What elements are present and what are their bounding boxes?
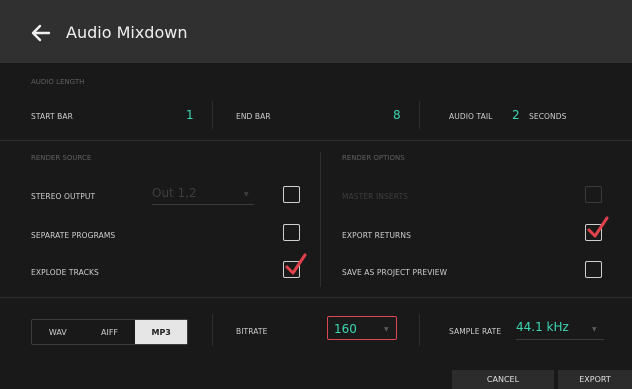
audio-tail-value[interactable]: 2	[512, 108, 520, 122]
divider	[212, 314, 213, 346]
render-options-section-label: RENDER OPTIONS	[342, 154, 405, 162]
page-title: Audio Mixdown	[66, 23, 188, 42]
chevron-down-icon: ▼	[592, 326, 597, 333]
master-inserts-checkbox	[585, 186, 602, 203]
format-segmented-control: WAV AIFF MP3	[31, 319, 188, 345]
export-button[interactable]: EXPORT	[558, 370, 632, 389]
master-inserts-label: MASTER INSERTS	[342, 192, 409, 201]
explode-tracks-checkbox[interactable]	[283, 253, 307, 278]
stereo-output-label: STEREO OUTPUT	[31, 192, 96, 201]
chevron-down-icon: ▼	[244, 191, 249, 198]
sample-rate-label: SAMPLE RATE	[449, 327, 502, 336]
bitrate-select[interactable]: 160 ▼	[327, 316, 397, 340]
format-option-mp3[interactable]: MP3	[135, 320, 188, 344]
divider	[419, 101, 420, 129]
sample-rate-value: 44.1 kHz	[516, 320, 569, 334]
render-source-section-label: RENDER SOURCE	[31, 154, 92, 162]
format-option-wav[interactable]: WAV	[32, 320, 84, 344]
check-icon	[285, 253, 307, 275]
export-returns-label: EXPORT RETURNS	[342, 231, 411, 240]
audio-tail-label: AUDIO TAIL	[449, 112, 493, 121]
format-option-aiff[interactable]: AIFF	[84, 320, 136, 344]
audio-tail-unit: SECONDS	[529, 112, 567, 121]
check-icon	[587, 216, 609, 238]
sample-rate-select[interactable]: 44.1 kHz ▼	[516, 320, 604, 340]
end-bar-value[interactable]: 8	[393, 108, 401, 122]
save-preview-checkbox[interactable]	[585, 261, 602, 278]
start-bar-label: START BAR	[31, 112, 73, 121]
arrow-left-icon[interactable]	[28, 20, 54, 46]
save-preview-label: SAVE AS PROJECT PREVIEW	[342, 268, 448, 277]
bitrate-label: BITRATE	[236, 327, 268, 336]
section-divider	[0, 140, 632, 141]
stereo-output-checkbox[interactable]	[283, 186, 300, 203]
stereo-output-value: Out 1,2	[152, 186, 197, 200]
chevron-down-icon: ▼	[384, 326, 389, 333]
divider	[419, 314, 420, 346]
separate-programs-checkbox[interactable]	[283, 224, 300, 241]
section-divider	[0, 297, 632, 298]
cancel-button[interactable]: CANCEL	[452, 370, 554, 389]
column-divider	[320, 152, 321, 287]
separate-programs-label: SEPARATE PROGRAMS	[31, 231, 116, 240]
bitrate-value: 160	[334, 322, 357, 336]
start-bar-value[interactable]: 1	[186, 108, 194, 122]
export-returns-checkbox[interactable]	[585, 216, 609, 241]
audio-length-section-label: AUDIO LENGTH	[31, 78, 85, 86]
end-bar-label: END BAR	[236, 112, 271, 121]
explode-tracks-label: EXPLODE TRACKS	[31, 268, 99, 277]
stereo-output-select[interactable]: Out 1,2 ▼	[152, 186, 254, 205]
divider	[212, 101, 213, 129]
